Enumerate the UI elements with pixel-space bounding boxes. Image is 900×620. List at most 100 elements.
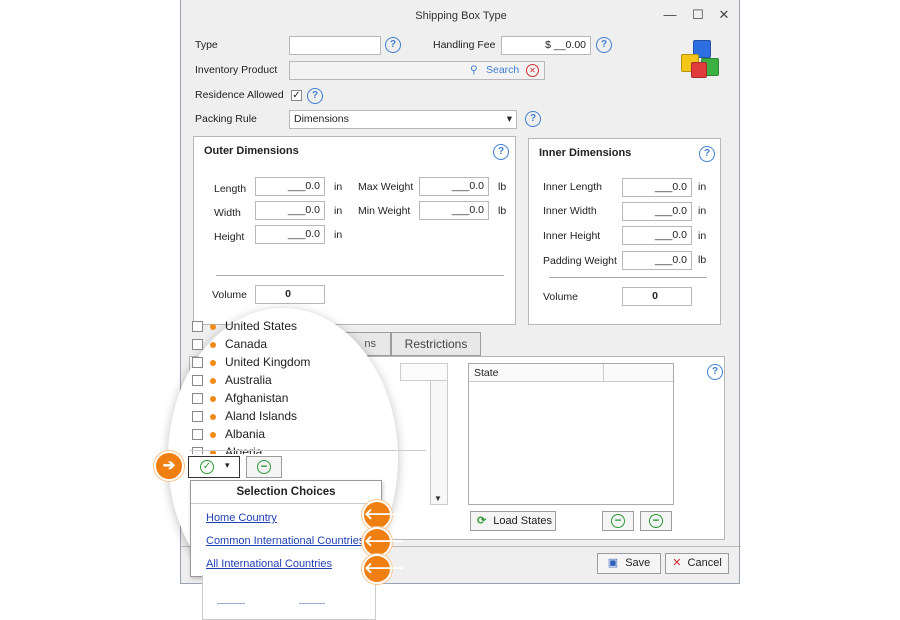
- width-label: Width: [214, 207, 241, 219]
- select-choices-button[interactable]: ✓ ▾: [188, 456, 240, 478]
- help-icon[interactable]: ?: [699, 146, 715, 162]
- max-weight-input[interactable]: ___0.0: [419, 177, 489, 196]
- window-title: Shipping Box Type: [415, 10, 507, 22]
- cancel-button[interactable]: ✕ Cancel: [665, 553, 729, 574]
- save-label: Save: [625, 557, 651, 569]
- help-icon[interactable]: ?: [525, 111, 541, 127]
- help-icon[interactable]: ?: [707, 364, 723, 380]
- inner-dimensions-group: Inner Dimensions ? Inner Length ___0.0 i…: [528, 138, 721, 325]
- menu-item-home-country[interactable]: Home Country: [206, 512, 277, 524]
- min-weight-input[interactable]: ___0.0: [419, 201, 489, 220]
- save-button[interactable]: ▣ Save: [597, 553, 661, 574]
- minus-circle-icon: −: [611, 514, 625, 528]
- maximize-button[interactable]: ☐: [687, 4, 709, 26]
- width-input[interactable]: ___0.0: [255, 201, 325, 220]
- remove-all-states-button[interactable]: −: [640, 511, 672, 531]
- list-divider: [190, 450, 426, 451]
- inner-length-label: Inner Length: [543, 181, 602, 193]
- height-unit: in: [334, 229, 343, 241]
- inner-height-unit: in: [698, 230, 707, 242]
- divider: [549, 277, 707, 278]
- packing-rule-select[interactable]: Dimensions ▾: [289, 110, 517, 129]
- search-link[interactable]: Search: [486, 62, 519, 79]
- country-name: Algeria: [225, 445, 263, 454]
- menu-item-all-international[interactable]: All International Countries: [206, 558, 332, 570]
- list-item[interactable]: United States: [190, 318, 390, 336]
- help-icon[interactable]: ?: [385, 37, 401, 53]
- country-checkbox[interactable]: [192, 429, 203, 440]
- country-checkbox[interactable]: [192, 357, 203, 368]
- inner-dimensions-title: Inner Dimensions: [539, 147, 632, 159]
- state-column-header: State: [474, 367, 499, 379]
- status-dot: [210, 360, 216, 366]
- country-checkbox[interactable]: [192, 321, 203, 332]
- list-item[interactable]: Algeria: [190, 444, 390, 454]
- country-checkbox[interactable]: [192, 411, 203, 422]
- cancel-label: Cancel: [687, 557, 722, 569]
- height-input[interactable]: ___0.0: [255, 225, 325, 244]
- remove-state-button[interactable]: −: [602, 511, 634, 531]
- residence-allowed-checkbox[interactable]: ✓: [291, 90, 302, 101]
- inner-width-label: Inner Width: [543, 205, 597, 217]
- inner-width-unit: in: [698, 205, 707, 217]
- remove-country-button[interactable]: −: [246, 456, 282, 478]
- load-states-label: Load States: [493, 515, 552, 527]
- minimize-button[interactable]: —: [659, 4, 681, 26]
- max-weight-unit: lb: [498, 181, 507, 193]
- list-item[interactable]: Afghanistan: [190, 390, 390, 408]
- help-icon[interactable]: ?: [596, 37, 612, 53]
- arrow-left-icon: 🡐: [362, 500, 404, 530]
- country-checkbox[interactable]: [192, 339, 203, 350]
- boxes-logo-icon: [679, 38, 721, 80]
- minus-circle-icon: −: [257, 460, 271, 474]
- country-checkbox[interactable]: [192, 393, 203, 404]
- inner-volume-value: 0: [622, 287, 692, 306]
- padding-weight-input[interactable]: ___0.0: [622, 251, 692, 270]
- list-item[interactable]: Albania: [190, 426, 390, 444]
- states-grid[interactable]: State: [468, 363, 674, 505]
- country-name: Australia: [225, 373, 272, 387]
- menu-item-common-international[interactable]: Common International Countries: [206, 535, 364, 547]
- inventory-product-field[interactable]: ⚲ Search ✕: [289, 61, 545, 80]
- help-icon[interactable]: ?: [307, 88, 323, 104]
- inner-volume-label: Volume: [543, 291, 579, 303]
- inner-width-input[interactable]: ___0.0: [622, 202, 692, 221]
- country-name: Aland Islands: [225, 409, 298, 423]
- arrow-right-icon: ➔: [154, 451, 184, 481]
- countries-list[interactable]: United States Canada United Kingdom Aust…: [190, 318, 390, 454]
- min-weight-unit: lb: [498, 205, 507, 217]
- help-icon[interactable]: ?: [493, 144, 509, 160]
- inner-length-input[interactable]: ___0.0: [622, 178, 692, 197]
- save-icon: ▣: [607, 557, 619, 569]
- list-item[interactable]: Australia: [190, 372, 390, 390]
- country-checkbox[interactable]: [192, 375, 203, 386]
- states-grid-header: State: [469, 364, 673, 382]
- max-weight-label: Max Weight: [358, 181, 414, 193]
- list-item[interactable]: Canada: [190, 336, 390, 354]
- list-item[interactable]: Aland Islands: [190, 408, 390, 426]
- load-states-button[interactable]: ⟳ Load States: [470, 511, 556, 531]
- country-name: Albania: [225, 427, 266, 441]
- arrow-left-icon: 🡐: [362, 527, 404, 557]
- length-input[interactable]: ___0.0: [255, 177, 325, 196]
- length-unit: in: [334, 181, 343, 193]
- status-dot: [210, 414, 216, 420]
- tab-restrictions[interactable]: Restrictions: [391, 332, 481, 356]
- inner-height-input[interactable]: ___0.0: [622, 226, 692, 245]
- close-button[interactable]: ✕: [713, 4, 735, 26]
- country-name: Canada: [225, 337, 268, 351]
- handling-fee-input[interactable]: $ __0.00: [501, 36, 591, 55]
- search-icon: ⚲: [470, 64, 478, 76]
- volume-label: Volume: [212, 289, 248, 301]
- packing-rule-label: Packing Rule: [195, 113, 257, 125]
- list-item[interactable]: United Kingdom: [190, 354, 390, 372]
- countries-scrollbar[interactable]: ▼: [430, 363, 448, 505]
- minus-circle-icon: −: [649, 514, 663, 528]
- clear-icon[interactable]: ✕: [526, 64, 539, 77]
- height-label: Height: [214, 231, 245, 243]
- type-input[interactable]: [289, 36, 381, 55]
- type-label: Type: [195, 39, 218, 51]
- min-weight-label: Min Weight: [358, 205, 411, 217]
- chevron-down-icon: ▾: [225, 460, 230, 470]
- chevron-down-icon: ▾: [506, 113, 512, 125]
